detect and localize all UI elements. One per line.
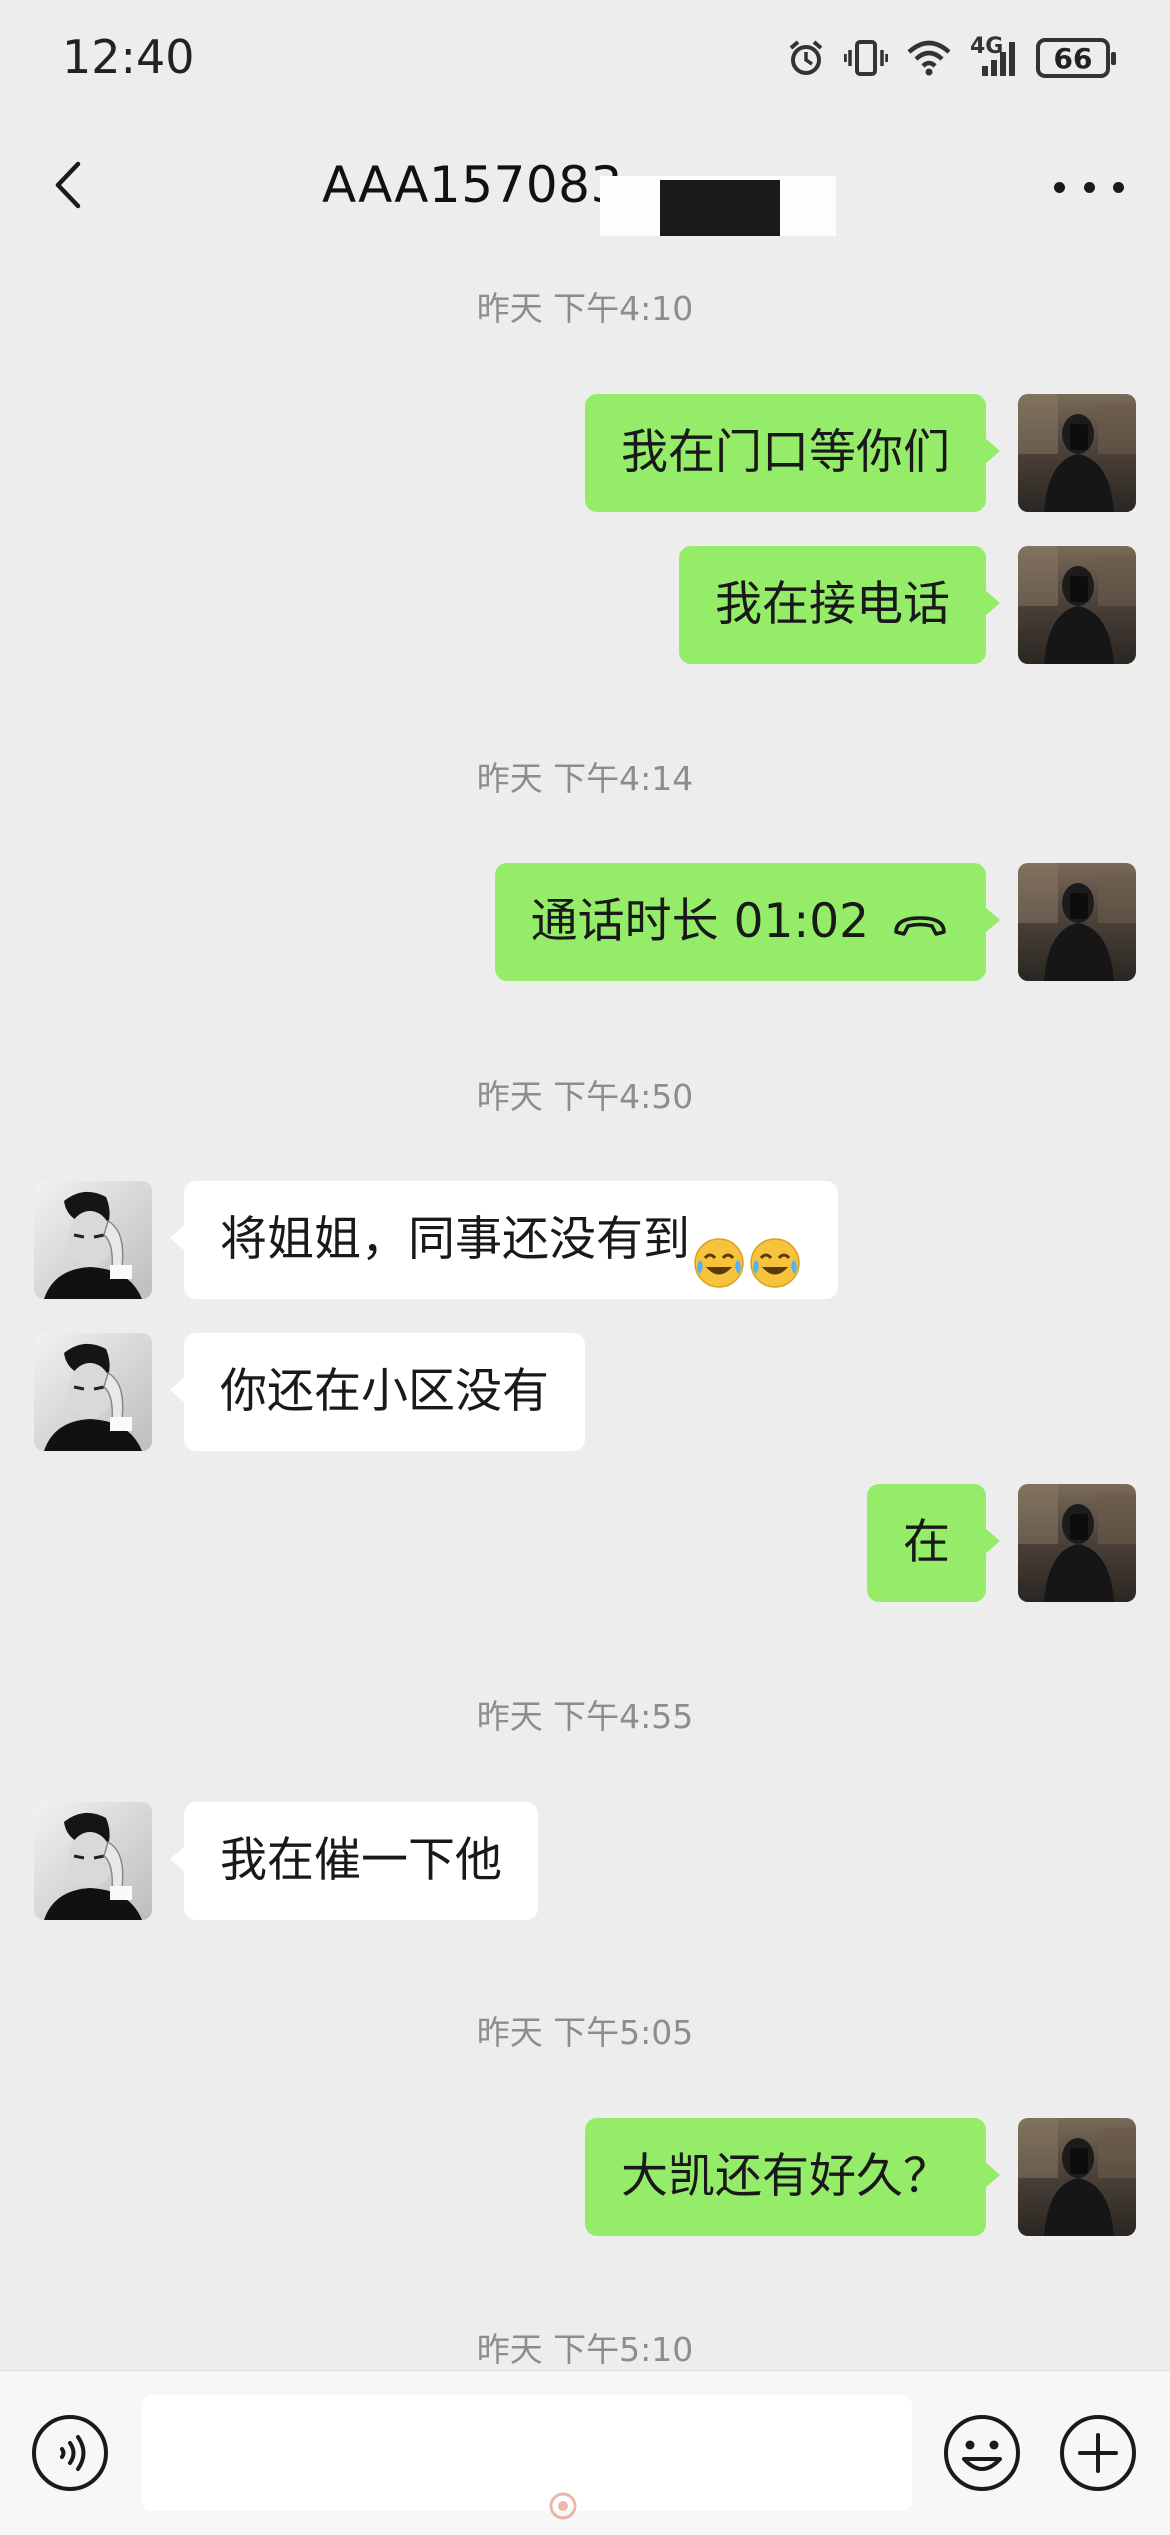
my-avatar[interactable] — [1018, 863, 1136, 981]
chat-title: AAA157083 — [322, 156, 623, 214]
emoji-icon — [944, 2415, 1020, 2491]
vibrate-icon — [844, 38, 888, 78]
timestamp: 昨天 下午5:05 — [476, 2013, 694, 2052]
message-row: 在 — [0, 1484, 1170, 1602]
message-text: 将姐姐，同事还没有到 — [220, 1212, 690, 1267]
crying-laughing-emoji — [748, 1216, 802, 1288]
message-bubble[interactable]: 我在接电话 — [679, 546, 1000, 664]
network-label: 4G — [970, 34, 1004, 59]
more-dot — [1083, 181, 1095, 193]
my-avatar[interactable] — [1018, 2118, 1136, 2236]
my-avatar[interactable] — [1018, 546, 1136, 664]
timestamp: 昨天 下午4:10 — [476, 289, 694, 328]
battery-icon: 66 — [1036, 38, 1116, 78]
message-row: 你还在小区没有 — [0, 1333, 1170, 1451]
my-avatar[interactable] — [1018, 394, 1136, 512]
message-bubble[interactable]: 我在催一下他 — [170, 1802, 538, 1920]
voice-icon — [32, 2415, 108, 2491]
message-row: 我在接电话 — [0, 546, 1170, 664]
chevron-left-icon — [55, 161, 81, 209]
phone-hangup-icon — [890, 866, 950, 984]
back-button[interactable] — [40, 154, 102, 216]
message-bubble[interactable]: 我在门口等你们 — [585, 394, 1000, 512]
contact-avatar[interactable] — [34, 1333, 152, 1451]
more-button[interactable] — [1054, 172, 1124, 202]
message-bubble[interactable]: 大凯还有好久？ — [585, 2118, 1000, 2236]
watermark-logo — [548, 2490, 628, 2522]
voice-button[interactable] — [30, 2413, 110, 2493]
chat-header: AAA157083 — [0, 120, 1170, 256]
message-row: 将姐姐，同事还没有到 — [0, 1181, 1170, 1299]
call-duration-text: 通话时长 01:02 — [530, 894, 870, 949]
plus-icon — [1060, 2415, 1136, 2491]
more-dot — [1054, 181, 1065, 193]
message-row: 大凯还有好久？ — [0, 2118, 1170, 2236]
my-avatar[interactable] — [1018, 1484, 1136, 1602]
alarm-icon — [786, 38, 826, 78]
more-dot — [1113, 181, 1124, 193]
battery-level: 66 — [1036, 38, 1116, 78]
contact-avatar[interactable] — [34, 1181, 152, 1299]
timestamp: 昨天 下午4:50 — [476, 1077, 694, 1116]
message-row: 我在催一下他 — [0, 1802, 1170, 1920]
call-record-bubble[interactable]: 通话时长 01:02 — [494, 863, 1001, 984]
message-row: 通话时长 01:02 — [0, 863, 1170, 981]
timestamp: 昨天 下午5:10 — [476, 2330, 694, 2369]
message-bubble[interactable]: 在 — [867, 1484, 1000, 1602]
status-bar: 12:40 4G 66 — [0, 0, 1170, 120]
message-row: 我在门口等你们 — [0, 394, 1170, 512]
timestamp: 昨天 下午4:14 — [476, 759, 694, 798]
crying-laughing-emoji — [692, 1216, 746, 1288]
contact-avatar[interactable] — [34, 1802, 152, 1920]
message-input[interactable] — [142, 2395, 912, 2511]
status-icons: 4G 66 — [768, 30, 1116, 86]
message-bubble[interactable]: 将姐姐，同事还没有到 — [170, 1181, 838, 1299]
status-time: 12:40 — [62, 30, 195, 84]
more-functions-button[interactable] — [1058, 2413, 1138, 2493]
message-bubble[interactable]: 你还在小区没有 — [170, 1333, 585, 1451]
wifi-icon — [906, 38, 952, 78]
cellular-signal-icon: 4G — [970, 34, 1018, 78]
timestamp: 昨天 下午4:55 — [476, 1697, 694, 1736]
emoji-button[interactable] — [942, 2413, 1022, 2493]
redaction-mark — [660, 180, 780, 236]
